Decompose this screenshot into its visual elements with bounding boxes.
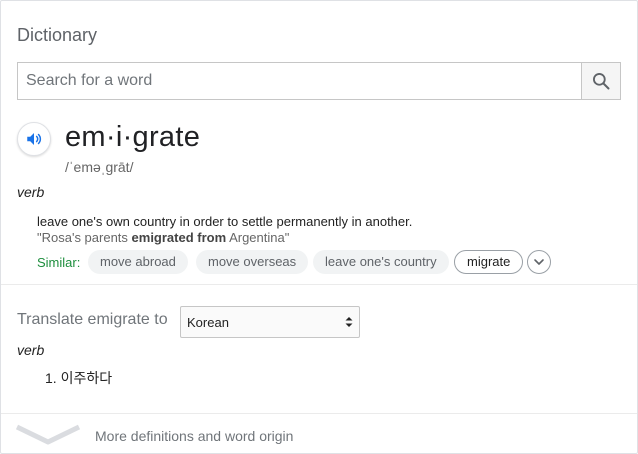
definition-text: leave one's own country in order to sett… xyxy=(37,214,413,229)
chevron-down-icon[interactable] xyxy=(15,424,81,446)
similar-label: Similar: xyxy=(37,255,81,270)
section-divider xyxy=(1,284,637,285)
example-suffix: Argentina" xyxy=(226,230,290,245)
up-down-arrows-icon xyxy=(345,317,353,327)
example-highlight: emigrated from xyxy=(131,230,227,245)
search-icon xyxy=(593,73,610,90)
headword: em·i·grate xyxy=(65,121,201,153)
language-select-value: Korean xyxy=(187,315,229,330)
translation-part-of-speech: verb xyxy=(17,342,45,358)
example-sentence: "Rosa's parents emigrated from Argentina… xyxy=(37,230,289,245)
similar-chip[interactable]: migrate xyxy=(454,250,524,274)
similar-chip[interactable]: move abroad xyxy=(88,250,188,274)
footer-divider xyxy=(1,413,637,414)
similar-chip[interactable]: leave one's country xyxy=(313,250,449,274)
example-prefix: "Rosa's parents xyxy=(37,230,132,245)
search-input[interactable] xyxy=(18,63,582,99)
phonetic: /ˈeməˌɡrāt/ xyxy=(65,159,134,175)
pronunciation-button[interactable] xyxy=(17,122,51,156)
search-box xyxy=(17,62,621,100)
expand-similar-button[interactable] xyxy=(527,250,551,274)
card-title: Dictionary xyxy=(17,25,98,45)
speaker-icon xyxy=(27,133,42,145)
translation-item: 1. 이주하다 xyxy=(45,370,113,386)
part-of-speech: verb xyxy=(17,184,45,200)
more-definitions-link[interactable]: More definitions and word origin xyxy=(95,428,293,444)
language-select[interactable]: Korean xyxy=(180,306,360,338)
chevron-down-icon xyxy=(534,259,544,265)
search-button[interactable] xyxy=(581,63,620,99)
translate-label: Translate emigrate to xyxy=(17,311,168,328)
similar-chip[interactable]: move overseas xyxy=(196,250,309,274)
dictionary-card: Dictionary em·i·grate /ˈeməˌɡrāt/ verb l… xyxy=(0,0,638,454)
